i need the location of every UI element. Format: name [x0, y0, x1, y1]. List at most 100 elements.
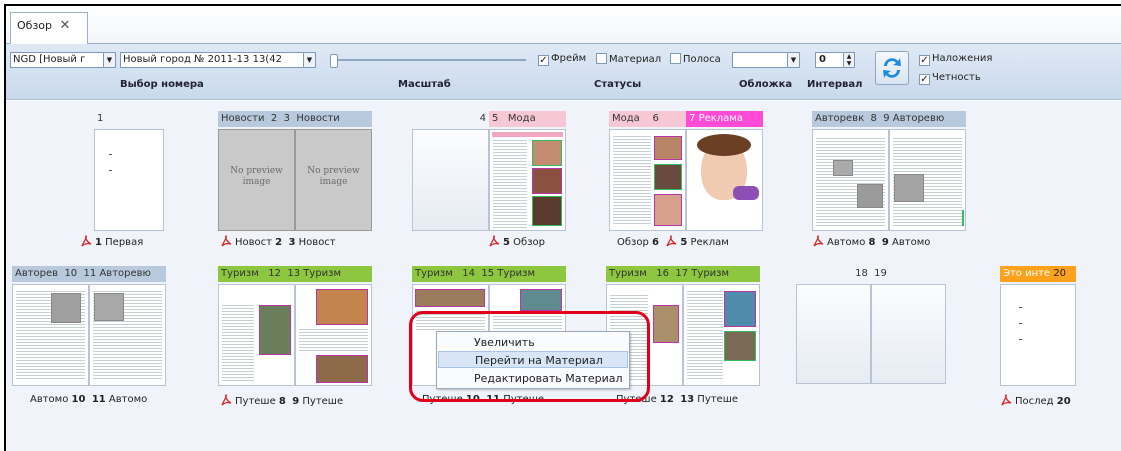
- scale-slider-thumb[interactable]: [330, 54, 338, 68]
- page-num-left: 1: [95, 237, 102, 248]
- ad-hair-image: [697, 134, 751, 156]
- page-num-right: 17: [675, 268, 689, 279]
- page-num-left: 14: [462, 268, 476, 279]
- parity-checkbox[interactable]: ✓ Четность: [919, 72, 981, 85]
- page-thumbnail-left[interactable]: [218, 284, 295, 386]
- spread-page-10-11[interactable]: Авторев 10 11 Авторевю Автомо 10 11 Авто…: [12, 266, 166, 416]
- page-thumbnail-left[interactable]: No preview image: [218, 129, 295, 231]
- stripe-checkbox[interactable]: Полоса: [670, 53, 721, 65]
- pdf-icon[interactable]: [1000, 393, 1012, 406]
- tab-overview[interactable]: Обзор ✕: [10, 12, 88, 44]
- spread-page-20[interactable]: Это инте 20 Послед 20: [1000, 266, 1080, 416]
- interval-stepper[interactable]: 0 ▲ ▼: [815, 52, 855, 68]
- page-thumbnail-right[interactable]: No preview image: [295, 129, 372, 231]
- pdf-icon[interactable]: [220, 234, 232, 247]
- spread-page-2-3[interactable]: Новости 2 3 Новости No preview image No …: [218, 111, 372, 266]
- spread-header-left: Мода 6: [609, 111, 686, 127]
- page-number: 1: [97, 113, 104, 124]
- spread-page-12-13[interactable]: Туризм 12 13 Туризм Путеше 8 9 Путеше: [218, 266, 372, 416]
- page-title-right: Автомо: [892, 237, 931, 248]
- spread-footer: Обзор 6 5 Реклам: [617, 234, 729, 248]
- overlay-checkbox[interactable]: ✓ Наложения: [919, 53, 992, 66]
- page-thumbnail-right[interactable]: [295, 284, 372, 386]
- section-right: Новости: [296, 113, 340, 124]
- page-thumbnail-left[interactable]: [812, 129, 889, 231]
- publication-combo[interactable]: NGD [Новый г ▼: [10, 52, 116, 68]
- page-thumbnail-left[interactable]: [12, 284, 89, 386]
- scale-slider-track: [330, 59, 526, 61]
- spread-header: Авторевк 8 9 Авторевю: [812, 111, 966, 127]
- page-num-left: 8: [868, 237, 876, 248]
- page-num-right: 9: [883, 113, 890, 124]
- page-thumbnail-right[interactable]: [489, 129, 566, 231]
- page-thumbnail[interactable]: [1000, 284, 1076, 386]
- page-num-right: 3: [283, 113, 290, 124]
- page-num-right: 9: [292, 396, 300, 407]
- page-num-left: 12: [268, 268, 282, 279]
- checkbox-checked-icon[interactable]: ✓: [919, 74, 930, 85]
- page-thumbnail-left[interactable]: [412, 129, 489, 231]
- article-photo: [833, 160, 853, 176]
- page-title-right: Путеше: [302, 396, 344, 407]
- spread-header: Это инте 20: [1000, 266, 1076, 282]
- pdf-icon[interactable]: [80, 234, 92, 247]
- page-num-right: 5: [503, 237, 510, 248]
- page-num-left: 8: [278, 396, 286, 407]
- spread-page-8-9[interactable]: Авторевк 8 9 Авторевю Автомо 8 9 Автомо: [812, 111, 966, 266]
- page-title-right: Реклам: [690, 237, 729, 248]
- travel-photo: [653, 305, 679, 343]
- spread-header: Туризм 14 15 Туризм: [412, 266, 566, 282]
- spread-page-1[interactable]: 1 1 Первая: [81, 111, 164, 266]
- section-right: Туризм: [303, 268, 342, 279]
- checkbox-checked-icon[interactable]: ✓: [919, 55, 930, 66]
- close-icon[interactable]: ✕: [60, 18, 71, 33]
- frame-checkbox[interactable]: ✓ Фрейм: [538, 53, 586, 66]
- page-num: 20: [1056, 396, 1071, 407]
- spread-page-18-19[interactable]: 18 19: [796, 266, 946, 416]
- spread-page-6-7[interactable]: Мода 6 7 Реклама Обзор 6 5 Реклам: [609, 111, 763, 266]
- spread-footer: Автомо 8 9 Автомо: [812, 234, 931, 248]
- page-thumbnail-right[interactable]: [871, 284, 946, 384]
- page-thumbnail-left[interactable]: [609, 129, 686, 231]
- spread-footer: Послед 20: [1000, 393, 1071, 407]
- pdf-icon[interactable]: [220, 393, 232, 406]
- pdf-icon[interactable]: [488, 234, 500, 247]
- issue-select-label: Выбор номера: [120, 79, 204, 90]
- publication-combo-value: NGD [Новый г: [13, 54, 86, 65]
- pdf-icon[interactable]: [665, 234, 677, 247]
- page-title-right: Автомо: [108, 394, 148, 405]
- pdf-icon[interactable]: [812, 234, 824, 247]
- page-thumbnail-right[interactable]: [683, 284, 760, 386]
- issue-combo[interactable]: Новый город № 2011-13 13(42 ▼: [120, 52, 316, 68]
- no-preview-text: No preview image: [307, 166, 360, 187]
- scale-slider[interactable]: [330, 54, 526, 68]
- page-thumbnail-left[interactable]: [796, 284, 871, 384]
- page-title-left: Новост: [235, 237, 272, 248]
- spread-footer: Путеше 8 9 Путеше: [220, 393, 344, 407]
- checkbox-checked-icon[interactable]: ✓: [538, 55, 549, 66]
- page-thumbnail-right[interactable]: [686, 129, 763, 231]
- cover-combo[interactable]: ▼: [732, 52, 800, 68]
- checkbox-icon[interactable]: [670, 53, 681, 64]
- page-num-left: 6: [652, 113, 659, 124]
- page-thumbnail-right[interactable]: [89, 284, 166, 386]
- text-column: [687, 291, 723, 381]
- refresh-button[interactable]: [875, 51, 909, 85]
- fashion-photo: [532, 196, 562, 226]
- tab-overview-label: Обзор: [17, 19, 53, 32]
- page-num-left: 18: [855, 268, 868, 279]
- page-thumbnail[interactable]: [94, 129, 164, 231]
- section-right: Авторевю: [99, 268, 151, 279]
- chevron-down-icon[interactable]: ▼: [303, 53, 315, 67]
- spin-arrows-icon[interactable]: ▲ ▼: [843, 53, 854, 67]
- page-thumbnail-right[interactable]: [889, 129, 966, 231]
- chevron-down-icon[interactable]: ▼: [787, 53, 799, 67]
- annotation-highlight: [409, 311, 650, 402]
- checkbox-icon[interactable]: [596, 53, 607, 64]
- material-checkbox[interactable]: Материал: [596, 53, 661, 65]
- page-num-left: 10: [71, 394, 86, 405]
- spread-page-4-5[interactable]: 4 5 Мода 5 Обзор: [412, 111, 566, 266]
- page-num-right: 5: [492, 113, 499, 124]
- travel-photo: [520, 289, 562, 311]
- chevron-down-icon[interactable]: ▼: [103, 53, 115, 67]
